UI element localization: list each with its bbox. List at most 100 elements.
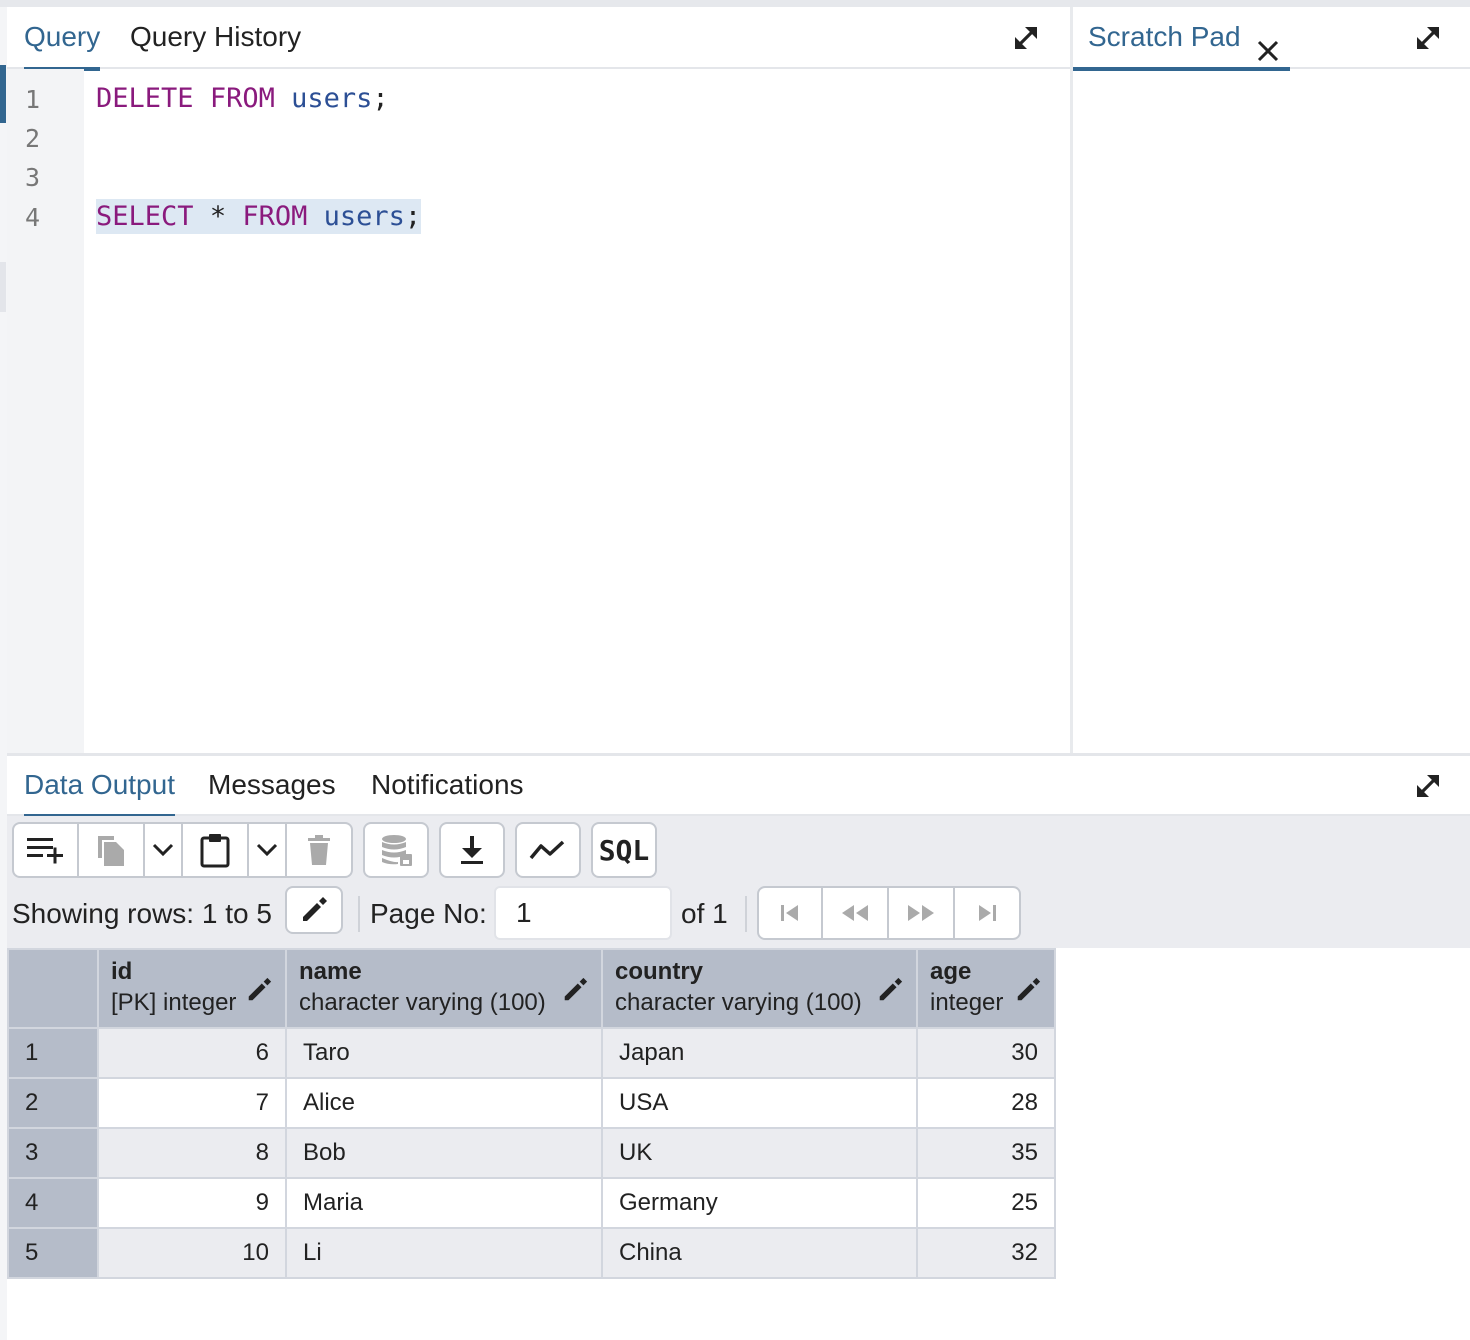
column-header-country[interactable]: country character varying (100) xyxy=(601,948,918,1029)
table-row[interactable]: 1 6 Taro Japan 30 xyxy=(7,1027,1056,1079)
page-of-label: of 1 xyxy=(681,898,728,929)
save-data-icon xyxy=(379,833,413,867)
line-number: 4 xyxy=(25,203,41,232)
column-type: character varying (100) xyxy=(615,989,862,1016)
last-page-icon xyxy=(975,903,999,923)
column-header-id[interactable]: id [PK] integer xyxy=(97,948,287,1029)
row-number[interactable]: 2 xyxy=(7,1077,99,1129)
tab-query-history[interactable]: Query History xyxy=(130,7,301,69)
star: * xyxy=(209,201,227,232)
cell-age[interactable]: 30 xyxy=(916,1027,1056,1079)
tab-query[interactable]: Query xyxy=(24,7,101,71)
cell-age[interactable]: 25 xyxy=(916,1177,1056,1229)
top-border xyxy=(0,0,1470,7)
save-data-button[interactable] xyxy=(363,822,429,878)
first-page-icon xyxy=(778,903,802,923)
delete-row-button[interactable] xyxy=(287,822,353,878)
separator xyxy=(358,896,360,932)
line-number: 2 xyxy=(25,124,41,153)
cell-country[interactable]: Japan xyxy=(601,1027,918,1079)
cell-age[interactable]: 35 xyxy=(916,1127,1056,1179)
tab-scratch-pad-label: Scratch Pad xyxy=(1088,21,1241,52)
cell-id[interactable]: 10 xyxy=(97,1227,287,1279)
next-page-button[interactable] xyxy=(889,886,955,940)
cell-age[interactable]: 28 xyxy=(916,1077,1056,1129)
edit-range-button[interactable] xyxy=(285,886,343,934)
select-all-corner[interactable] xyxy=(7,948,99,1029)
chevron-down-icon xyxy=(152,843,174,857)
download-icon xyxy=(458,834,486,866)
cell-country[interactable]: China xyxy=(601,1227,918,1279)
code-line-4: SELECT * FROM users; xyxy=(96,199,422,234)
scratch-tabbar: Scratch Pad xyxy=(1073,7,1470,71)
row-number[interactable]: 4 xyxy=(7,1177,99,1229)
copy-button[interactable] xyxy=(79,822,145,878)
column-name: name xyxy=(299,958,362,985)
cell-country[interactable]: Germany xyxy=(601,1177,918,1229)
graph-icon xyxy=(529,838,567,862)
table-row[interactable]: 4 9 Maria Germany 25 xyxy=(7,1177,1056,1229)
table-row[interactable]: 5 10 Li China 32 xyxy=(7,1227,1056,1279)
expand-icon[interactable] xyxy=(1009,21,1043,55)
keyword: FROM xyxy=(242,201,308,232)
paste-options-dropdown[interactable] xyxy=(249,822,287,878)
left-edge-marker xyxy=(0,262,6,312)
row-number[interactable]: 1 xyxy=(7,1027,99,1079)
query-tabbar: Query Query History xyxy=(7,7,1070,71)
page-number-input[interactable]: 1 xyxy=(494,886,672,940)
cell-name[interactable]: Li xyxy=(285,1227,603,1279)
paste-button[interactable] xyxy=(183,822,249,878)
expand-icon[interactable] xyxy=(1411,21,1445,55)
cell-id[interactable]: 7 xyxy=(97,1077,287,1129)
copy-options-dropdown[interactable] xyxy=(145,822,183,878)
edit-pencil-icon[interactable] xyxy=(1014,976,1042,1004)
cell-name[interactable]: Bob xyxy=(285,1127,603,1179)
cell-age[interactable]: 32 xyxy=(916,1227,1056,1279)
paste-icon xyxy=(199,832,231,868)
chevron-down-icon xyxy=(256,843,278,857)
cell-name[interactable]: Alice xyxy=(285,1077,603,1129)
left-edge xyxy=(0,7,7,1340)
cell-id[interactable]: 9 xyxy=(97,1177,287,1229)
tab-scratch-pad[interactable]: Scratch Pad xyxy=(1073,7,1290,71)
first-page-button[interactable] xyxy=(757,886,823,940)
cell-country[interactable]: UK xyxy=(601,1127,918,1179)
sql-editor[interactable]: 1 2 3 4 DELETE FROM users; SELECT * FROM… xyxy=(7,69,1070,755)
tab-data-output[interactable]: Data Output xyxy=(24,756,175,818)
tab-notifications[interactable]: Notifications xyxy=(371,756,524,816)
code-line-1: DELETE FROM users; xyxy=(96,83,389,114)
cell-country[interactable]: USA xyxy=(601,1077,918,1129)
table-row[interactable]: 3 8 Bob UK 35 xyxy=(7,1127,1056,1179)
table-row[interactable]: 2 7 Alice USA 28 xyxy=(7,1077,1056,1129)
identifier: users xyxy=(291,83,373,114)
cell-id[interactable]: 6 xyxy=(97,1027,287,1079)
last-page-button[interactable] xyxy=(955,886,1021,940)
expand-icon[interactable] xyxy=(1411,769,1445,803)
result-grid: id [PK] integer name character varying (… xyxy=(7,948,1056,1279)
semicolon: ; xyxy=(404,201,422,232)
graph-visualiser-button[interactable] xyxy=(515,822,581,878)
tab-messages[interactable]: Messages xyxy=(208,756,336,816)
separator xyxy=(745,896,747,932)
cell-id[interactable]: 8 xyxy=(97,1127,287,1179)
close-icon[interactable] xyxy=(1256,24,1280,62)
results-toolbar: SQL Showing rows: 1 to 5 Page No: 1 of 1 xyxy=(7,816,1470,948)
previous-page-icon xyxy=(840,903,870,923)
data-output-panel: Data Output Messages Notifications SQL S… xyxy=(7,756,1470,1340)
output-tabbar: Data Output Messages Notifications xyxy=(7,756,1470,818)
row-number[interactable]: 3 xyxy=(7,1127,99,1179)
scratch-pad-panel: Scratch Pad xyxy=(1073,7,1470,755)
add-row-button[interactable] xyxy=(12,822,79,878)
edit-pencil-icon[interactable] xyxy=(876,976,904,1004)
download-button[interactable] xyxy=(439,822,505,878)
sql-button[interactable]: SQL xyxy=(591,822,657,878)
column-header-age[interactable]: age integer xyxy=(916,948,1056,1029)
edit-pencil-icon[interactable] xyxy=(561,976,589,1004)
cell-name[interactable]: Maria xyxy=(285,1177,603,1229)
edit-pencil-icon[interactable] xyxy=(245,976,273,1004)
previous-page-button[interactable] xyxy=(823,886,889,940)
keyword: FROM xyxy=(209,83,275,114)
row-number[interactable]: 5 xyxy=(7,1227,99,1279)
cell-name[interactable]: Taro xyxy=(285,1027,603,1079)
column-header-name[interactable]: name character varying (100) xyxy=(285,948,603,1029)
